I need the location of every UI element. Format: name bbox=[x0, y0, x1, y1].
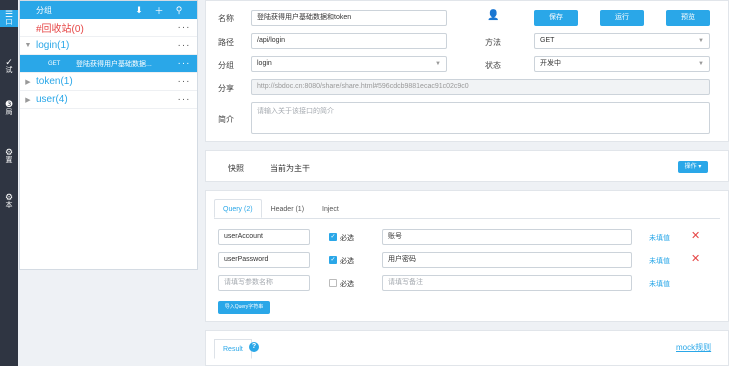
method-select-value: GET bbox=[540, 37, 555, 44]
more-icon[interactable]: ··· bbox=[171, 94, 197, 105]
chevron-down-icon: ▼ bbox=[24, 42, 32, 49]
param-remark-input[interactable]: 用户密码 bbox=[382, 252, 632, 268]
group-label: 分组 bbox=[218, 61, 234, 70]
delete-icon[interactable]: ✕ bbox=[691, 231, 700, 242]
tree-item-recycle[interactable]: #回收站(0) ··· bbox=[20, 19, 197, 37]
tree-item-label: login(1) bbox=[36, 40, 70, 51]
gear-icon: ⚙ bbox=[4, 192, 14, 202]
rail-item-version[interactable]: ⚙ 本 bbox=[0, 193, 18, 210]
tree-header-label: 分组 bbox=[36, 5, 52, 15]
branch-label: 当前为主干 bbox=[270, 164, 310, 173]
fill-value-link[interactable]: 未填值 bbox=[649, 233, 670, 243]
fill-value-link[interactable]: 未填值 bbox=[649, 279, 670, 289]
tabs-divider bbox=[214, 218, 720, 219]
save-button[interactable]: 保存 bbox=[534, 10, 578, 26]
plus-icon[interactable]: ＋ bbox=[149, 4, 169, 17]
interface-info-panel: 名称 登陆获得用户基础数据和token 👤 保存 运行 预览 路径 /api/l… bbox=[205, 0, 729, 142]
params-panel: Query (2) Header (1) Inject userAccount … bbox=[205, 190, 729, 322]
new-param-remark-input[interactable]: 请填写备注 bbox=[382, 275, 632, 291]
status-select-value: 开发中 bbox=[540, 60, 561, 67]
tree-item-label: #回收站(0) bbox=[36, 24, 84, 35]
rail-item-test[interactable]: ✓ 试 bbox=[0, 58, 18, 75]
group-select-value: login bbox=[257, 60, 272, 67]
method-badge: GET bbox=[48, 60, 61, 67]
new-param-name-input[interactable]: 请填写参数名称 bbox=[218, 275, 310, 291]
more-icon[interactable]: ··· bbox=[171, 40, 197, 51]
user-icon[interactable]: 👤 bbox=[487, 10, 499, 21]
rail-item-label: 口 bbox=[5, 19, 13, 26]
share-label: 分享 bbox=[218, 84, 234, 93]
rail-item-label: 试 bbox=[5, 67, 13, 74]
tab-query[interactable]: Query (2) bbox=[214, 199, 262, 218]
param-name-input[interactable]: userPassword bbox=[218, 252, 310, 268]
status-label: 状态 bbox=[485, 61, 501, 70]
share-url-field: http://sbdoc.cn:8080/share/share.html#59… bbox=[251, 79, 710, 95]
rail-item-label: 局 bbox=[5, 109, 13, 116]
import-query-button[interactable]: 导入Query字符串 bbox=[218, 301, 270, 314]
tab-inject[interactable]: Inject bbox=[313, 199, 348, 218]
params-tabs: Query (2) Header (1) Inject bbox=[214, 199, 348, 218]
status-select[interactable]: 开发中 ▼ bbox=[534, 56, 710, 72]
chevron-down-icon: ▼ bbox=[698, 61, 704, 67]
tree-header: 分组 ⬇ ＋ ⚲ bbox=[20, 1, 197, 19]
mock-rules-link[interactable]: mock规则 bbox=[676, 342, 711, 353]
fill-value-link[interactable]: 未填值 bbox=[649, 256, 670, 266]
method-select[interactable]: GET ▼ bbox=[534, 33, 710, 49]
rail-item-interface[interactable]: ☰ 口 bbox=[0, 10, 18, 27]
tree-item-label: 登陆获得用户基础数据... bbox=[76, 60, 152, 68]
param-name-input[interactable]: userAccount bbox=[218, 229, 310, 245]
path-label: 路径 bbox=[218, 38, 234, 47]
gear-icon: ⚙ bbox=[4, 147, 14, 157]
tree-item-login[interactable]: ▼ login(1) ··· bbox=[20, 37, 197, 55]
rail-item-settings[interactable]: ⚙ 置 bbox=[0, 148, 18, 165]
check-icon: ✓ bbox=[5, 57, 13, 67]
required-checkbox[interactable]: ✓ bbox=[329, 256, 337, 264]
search-icon[interactable]: ⚲ bbox=[169, 5, 189, 16]
tree-item-user[interactable]: ▶ user(4) ··· bbox=[20, 91, 197, 109]
snapshot-label[interactable]: 快照 bbox=[228, 163, 244, 174]
group-select[interactable]: login ▼ bbox=[251, 56, 447, 72]
tab-result[interactable]: Result bbox=[214, 339, 252, 359]
chevron-down-icon: ▼ bbox=[435, 61, 441, 67]
preview-button[interactable]: 预览 bbox=[666, 10, 710, 26]
operation-button[interactable]: 操作 ▾ bbox=[678, 161, 708, 173]
path-input[interactable]: /api/login bbox=[251, 33, 447, 49]
chevron-right-icon: ▶ bbox=[25, 96, 31, 104]
required-label: 必选 bbox=[340, 258, 354, 265]
required-checkbox[interactable] bbox=[329, 279, 337, 287]
tree-item-login-interface[interactable]: GET 登陆获得用户基础数据... ··· bbox=[20, 55, 197, 73]
required-checkbox[interactable]: ✓ bbox=[329, 233, 337, 241]
rail-item-label: 置 bbox=[5, 157, 13, 164]
more-icon[interactable]: ··· bbox=[171, 58, 197, 69]
description-textarea[interactable] bbox=[251, 102, 710, 134]
snapshot-bar: 快照 当前为主干 操作 ▾ bbox=[205, 150, 729, 182]
required-label: 必选 bbox=[340, 235, 354, 242]
required-label: 必选 bbox=[340, 281, 354, 288]
chevron-right-icon: ▶ bbox=[25, 78, 31, 86]
delete-icon[interactable]: ✕ bbox=[691, 254, 700, 265]
description-label: 简介 bbox=[218, 115, 234, 124]
download-icon[interactable]: ⬇ bbox=[129, 5, 149, 16]
param-remark-input[interactable]: 账号 bbox=[382, 229, 632, 245]
interface-tree: 分组 ⬇ ＋ ⚲ #回收站(0) ··· ▼ login(1) ··· GET … bbox=[19, 0, 198, 270]
more-icon[interactable]: ··· bbox=[171, 22, 197, 33]
more-icon[interactable]: ··· bbox=[171, 76, 197, 87]
left-nav-rail: ☰ 口 ✓ 试 ❸ 局 ⚙ 置 ⚙ 本 bbox=[0, 0, 18, 366]
tab-header[interactable]: Header (1) bbox=[262, 199, 313, 218]
name-input[interactable]: 登陆获得用户基础数据和token bbox=[251, 10, 447, 26]
menu-icon: ☰ bbox=[4, 9, 14, 19]
help-icon[interactable]: ? bbox=[249, 342, 259, 352]
result-panel: Result ? mock规则 bbox=[205, 330, 729, 366]
name-label: 名称 bbox=[218, 14, 234, 23]
globe-icon: ❸ bbox=[4, 99, 14, 109]
rail-item-global[interactable]: ❸ 局 bbox=[0, 100, 18, 117]
method-label: 方法 bbox=[485, 38, 501, 47]
tree-item-token[interactable]: ▶ token(1) ··· bbox=[20, 73, 197, 91]
chevron-down-icon: ▼ bbox=[698, 38, 704, 44]
rail-item-label: 本 bbox=[5, 202, 13, 209]
tree-item-label: token(1) bbox=[36, 76, 73, 87]
run-button[interactable]: 运行 bbox=[600, 10, 644, 26]
tree-item-label: user(4) bbox=[36, 94, 68, 105]
